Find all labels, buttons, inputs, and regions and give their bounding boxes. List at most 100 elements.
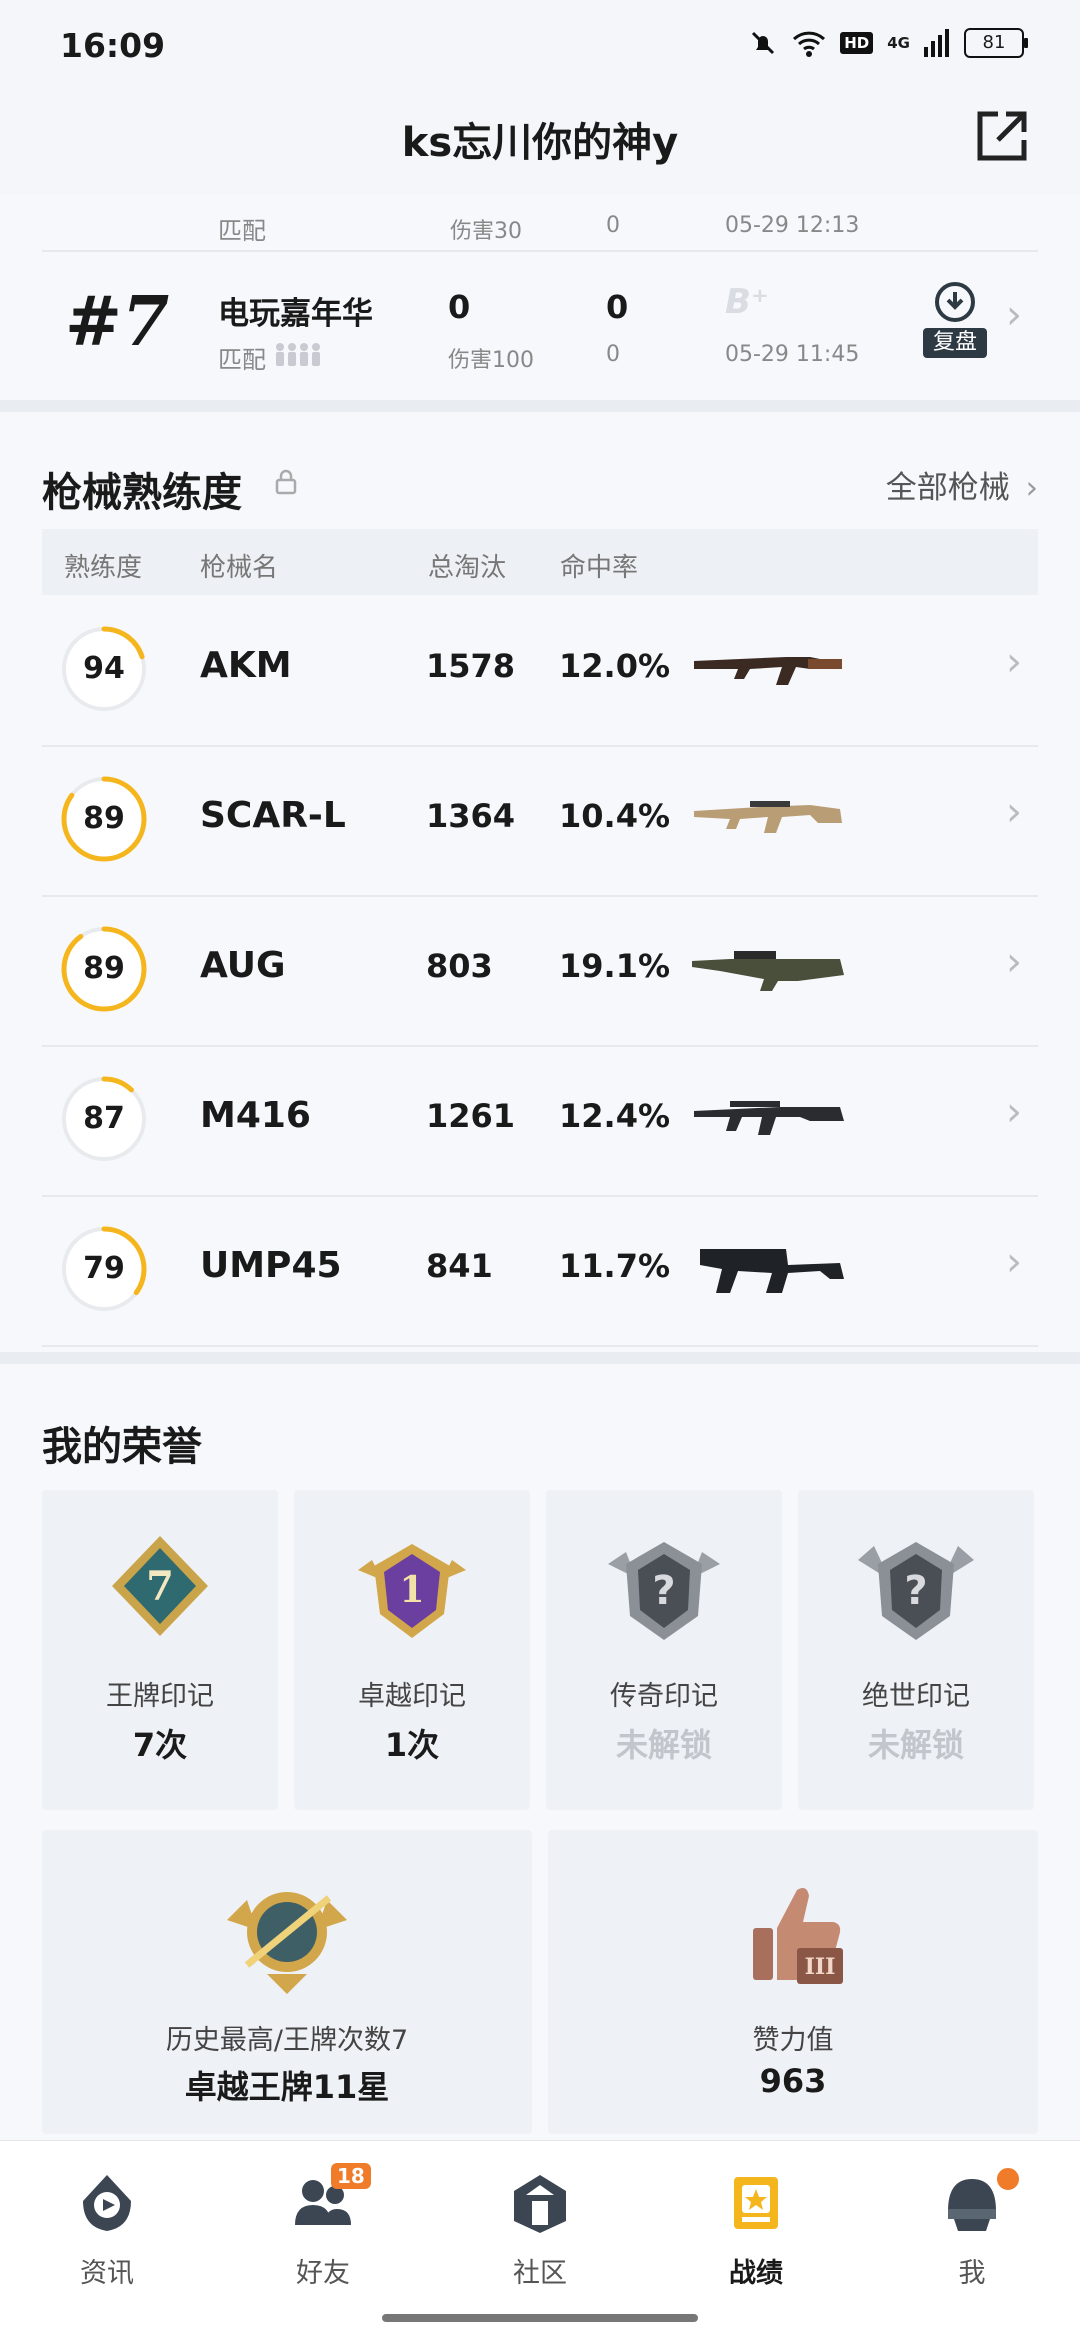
weapon-row[interactable]: 89 SCAR-L 1364 10.4% › <box>42 745 1038 897</box>
match-mode: 匹配 <box>218 217 266 245</box>
nav-record[interactable]: 战绩 <box>676 2171 836 2301</box>
weapon-row[interactable]: 79 UMP45 841 11.7% › <box>42 1195 1038 1347</box>
section-divider <box>0 1352 1080 1364</box>
highest-tier-value: 卓越王牌11星 <box>184 2068 390 2106</box>
match-mode: 电玩嘉年华 <box>218 296 373 332</box>
nav-label: 社区 <box>513 2258 567 2289</box>
weapon-kills: 1261 <box>426 1097 516 1135</box>
honor-card-excellent[interactable]: 1 卓越印记 1次 <box>294 1490 530 1810</box>
nav-friends[interactable]: 18 好友 <box>243 2163 403 2301</box>
nav-profile[interactable]: 我 <box>892 2165 1052 2301</box>
match-kills: 0 <box>448 288 471 326</box>
honor-value: 未解锁 <box>867 1726 964 1764</box>
network-label: 4G <box>887 34 910 52</box>
honor-card-peerless[interactable]: ? 绝世印记 未解锁 <box>798 1490 1034 1810</box>
m416-rifle-icon <box>694 1101 844 1135</box>
weapon-accuracy: 12.0% <box>559 647 671 685</box>
match-mode-sub: 匹配 <box>218 346 266 374</box>
honor-name: 绝世印记 <box>862 1681 970 1712</box>
weapon-accuracy: 10.4% <box>559 797 671 835</box>
weapon-kills: 841 <box>426 1247 493 1285</box>
ace-mark-icon: 7 <box>112 1536 208 1636</box>
likes-card[interactable]: III 赞力值 963 <box>548 1830 1038 2134</box>
weapon-kills: 803 <box>426 947 493 985</box>
thumbs-up-icon: III <box>753 1888 843 1984</box>
match-row[interactable]: #7 电玩嘉年华 匹配 0 伤害100 0 0 B⁺ 05-29 11:45 复… <box>0 252 1080 400</box>
news-icon <box>83 2175 131 2231</box>
honor-name: 传奇印记 <box>610 1681 718 1712</box>
record-icon <box>734 2177 778 2229</box>
chevron-right-icon: › <box>1006 1239 1022 1285</box>
honors-section: 我的荣誉 7 王牌印记 7次 1 卓越印记 1次 ? 传奇印记 未解锁 ? 绝世… <box>0 1364 1080 2140</box>
weapon-row[interactable]: 87 M416 1261 12.4% › <box>42 1045 1038 1197</box>
section-title: 枪械熟练度 <box>42 470 242 516</box>
signal-icon <box>924 29 949 57</box>
honor-card-ace[interactable]: 7 王牌印记 7次 <box>42 1490 278 1810</box>
weapon-name: UMP45 <box>200 1245 342 1286</box>
match-rank: #7 <box>65 282 170 362</box>
share-button[interactable] <box>974 108 1030 164</box>
weapon-row[interactable]: 89 AUG 803 19.1% › <box>42 895 1038 1047</box>
highest-tier-label: 历史最高/王牌次数7 <box>165 2025 409 2056</box>
hd-badge: HD <box>840 32 874 54</box>
akm-rifle-icon <box>694 657 842 685</box>
svg-text:?: ? <box>652 1568 675 1614</box>
weapon-accuracy: 12.4% <box>559 1097 671 1135</box>
mute-bell-icon <box>752 31 775 55</box>
match-assists: 0 <box>606 213 620 238</box>
likes-value: 963 <box>759 2062 827 2100</box>
svg-text:III: III <box>805 1954 836 1980</box>
weapon-accuracy: 19.1% <box>559 947 671 985</box>
match-damage: 伤害100 <box>448 348 534 373</box>
honor-value: 未解锁 <box>615 1726 712 1764</box>
community-icon <box>514 2175 566 2233</box>
honor-value: 7次 <box>132 1726 188 1764</box>
match-time: 05-29 12:13 <box>725 213 860 238</box>
weapon-name: SCAR-L <box>200 795 346 836</box>
nav-label: 好友 <box>296 2258 350 2289</box>
replay-label: 复盘 <box>923 328 987 358</box>
match-row-partial[interactable]: 匹配 伤害30 0 05-29 12:13 <box>0 195 1080 250</box>
col-accuracy: 命中率 <box>560 553 639 583</box>
nav-community[interactable]: 社区 <box>460 2171 620 2301</box>
chevron-right-icon: › <box>1006 789 1022 835</box>
aug-rifle-icon <box>692 951 844 991</box>
weapon-level: 79 <box>83 1251 125 1286</box>
lock-icon <box>275 469 297 495</box>
replay-button[interactable]: 复盘 <box>923 278 987 358</box>
match-time: 05-29 11:45 <box>725 342 860 367</box>
weapon-accuracy: 11.7% <box>559 1247 671 1285</box>
chevron-right-icon: › <box>1006 639 1022 685</box>
col-weapon-name: 枪械名 <box>200 553 279 583</box>
section-divider <box>0 400 1080 412</box>
matches-list: 匹配 伤害30 0 05-29 12:13 #7 电玩嘉年华 匹配 0 伤害10… <box>0 195 1080 400</box>
excellent-mark-icon: 1 <box>358 1544 466 1638</box>
all-weapons-label: 全部枪械 <box>885 470 1010 506</box>
scar-rifle-icon <box>694 801 842 833</box>
weapons-table-header: 熟练度 枪械名 总淘汰 命中率 <box>42 529 1038 595</box>
friends-badge: 18 <box>331 2163 371 2189</box>
weapon-name: AKM <box>200 645 292 686</box>
battery-icon: 81 <box>964 28 1028 58</box>
notification-dot <box>994 2165 1022 2193</box>
col-proficiency: 熟练度 <box>64 553 143 583</box>
weapon-proficiency-section: 枪械熟练度 全部枪械 › 熟练度 枪械名 总淘汰 命中率 94 AKM 1578 12… <box>0 412 1080 1354</box>
match-assists-sub: 0 <box>606 342 620 367</box>
honor-name: 卓越印记 <box>358 1681 466 1712</box>
weapon-kills: 1578 <box>426 647 516 685</box>
replay-icon <box>935 282 975 322</box>
match-grade: B⁺ <box>725 282 769 322</box>
match-damage: 伤害30 <box>450 219 522 244</box>
honor-card-legend[interactable]: ? 传奇印记 未解锁 <box>546 1490 782 1810</box>
chevron-right-icon: › <box>1006 1089 1022 1135</box>
chevron-right-icon: › <box>1006 939 1022 985</box>
nav-news[interactable]: 资讯 <box>27 2171 187 2301</box>
legend-mark-locked-icon: ? <box>608 1542 720 1640</box>
team-icon <box>276 343 320 366</box>
all-weapons-link[interactable]: 全部枪械 › <box>886 462 1038 507</box>
highest-tier-card[interactable]: 历史最高/王牌次数7 卓越王牌11星 <box>42 1830 532 2134</box>
tier-emblem-icon <box>227 1892 347 1994</box>
peerless-mark-locked-icon: ? <box>858 1542 974 1640</box>
weapon-row[interactable]: 94 AKM 1578 12.0% › <box>42 595 1038 747</box>
status-icons: HD 4G 81 <box>748 28 1028 58</box>
